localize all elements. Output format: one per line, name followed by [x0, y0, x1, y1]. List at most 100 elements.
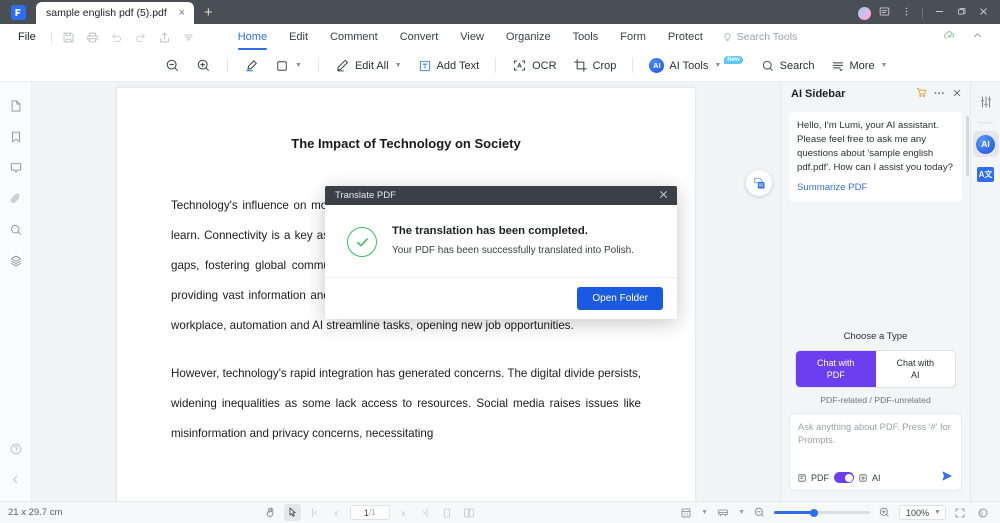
ai-assistant-button[interactable]: AI [972, 131, 999, 157]
hand-tool-icon[interactable] [262, 504, 279, 521]
ai-chat-scroll-area[interactable]: Hello, I'm Lumi, your AI assistant. Plea… [781, 106, 970, 331]
composer-pdf-label: PDF [811, 472, 829, 483]
ribbon-tab-comment[interactable]: Comment [319, 24, 389, 50]
zoom-out-icon[interactable] [751, 504, 768, 521]
close-icon[interactable] [974, 6, 992, 20]
scroll-mode-icon[interactable] [714, 504, 731, 521]
single-page-view-icon[interactable] [439, 504, 456, 521]
select-tool-icon[interactable] [283, 504, 301, 521]
add-text-button[interactable]: Add Text [411, 54, 487, 78]
avatar[interactable] [858, 6, 871, 20]
choose-type-section: Choose a Type Chat with PDF Chat with AI… [781, 331, 970, 413]
sliders-icon[interactable] [974, 90, 998, 114]
cloud-icon[interactable] [940, 29, 958, 45]
chevron-down-icon: ▼ [880, 62, 888, 69]
search-tools-button[interactable]: Search Tools [722, 31, 797, 43]
more-icon[interactable]: ··· [934, 88, 945, 100]
dialog-close-icon[interactable] [658, 189, 669, 203]
search-button[interactable]: Search [754, 54, 822, 78]
theme-icon[interactable] [975, 504, 992, 521]
zoom-in-icon[interactable] [876, 504, 893, 521]
page-number-input[interactable]: 1/1 [349, 505, 390, 520]
more-button[interactable]: More ▼ [824, 54, 895, 78]
open-folder-button[interactable]: Open Folder [577, 287, 663, 310]
share-icon[interactable] [153, 27, 177, 47]
document-tab-close-icon[interactable]: × [176, 7, 188, 19]
chevron-down-icon[interactable]: ▼ [738, 509, 745, 516]
collapse-left-icon[interactable] [1, 464, 31, 495]
ai-composer[interactable]: Ask anything about PDF. Press '#' for Pr… [789, 413, 962, 491]
layers-icon[interactable] [1, 245, 31, 276]
summarize-pdf-link[interactable]: Summarize PDF [797, 181, 954, 195]
more-icon [832, 61, 843, 71]
file-menu-button[interactable]: File [8, 31, 46, 43]
ribbon-tab-tools[interactable]: Tools [562, 24, 610, 50]
comment-icon[interactable] [1, 152, 31, 183]
maximize-icon[interactable] [952, 6, 970, 20]
zoom-in-button[interactable] [189, 54, 218, 78]
redo-icon[interactable] [129, 27, 153, 47]
zoom-slider-knob[interactable] [809, 508, 818, 517]
convert-to-word-icon: W [753, 177, 764, 189]
ribbon-tab-organize[interactable]: Organize [495, 24, 562, 50]
ribbon-tab-home[interactable]: Home [227, 24, 278, 50]
pdf-mode-icon [798, 473, 806, 482]
sidebar-scrollbar[interactable] [966, 116, 969, 176]
page-thumbnail-icon[interactable] [1, 90, 31, 121]
edit-all-button[interactable]: Edit All ▼ [328, 54, 409, 78]
highlighter-button[interactable] [237, 54, 266, 78]
feedback-icon[interactable] [875, 6, 893, 20]
chat-type-segmented-control: Chat with PDF Chat with AI [795, 350, 956, 388]
ribbon-tab-edit[interactable]: Edit [278, 24, 319, 50]
crop-button[interactable]: Crop [566, 54, 624, 78]
shape-button[interactable]: ▼ [268, 54, 309, 78]
ai-assistant-icon: AI [976, 134, 995, 154]
chat-with-ai-line1: Chat with [896, 358, 935, 368]
print-icon[interactable] [81, 27, 105, 47]
ocr-button[interactable]: OCR [505, 54, 563, 78]
collapse-ribbon-icon[interactable] [968, 29, 986, 45]
divider [317, 58, 319, 73]
new-tab-button[interactable]: + [204, 4, 213, 21]
ai-prompt-input[interactable]: Ask anything about PDF. Press '#' for Pr… [798, 421, 953, 470]
customize-toolbar-icon[interactable] [177, 27, 201, 47]
nav-first-page[interactable]: |‹ [306, 504, 323, 521]
fit-page-icon[interactable] [952, 504, 969, 521]
nav-prev-page[interactable]: ‹ [328, 504, 345, 521]
ribbon-tab-convert[interactable]: Convert [389, 24, 450, 50]
save-icon[interactable] [57, 27, 81, 47]
facing-page-view-icon[interactable] [461, 504, 478, 521]
page-layout-icon[interactable]: 1:1 [677, 504, 694, 521]
ribbon-tab-form[interactable]: Form [609, 24, 657, 50]
page-title: The Impact of Technology on Society [291, 136, 521, 151]
ai-mode-toggle[interactable] [834, 472, 854, 483]
help-icon[interactable] [1, 433, 31, 464]
chat-with-pdf-option[interactable]: Chat with PDF [796, 351, 876, 387]
ribbon-tab-view[interactable]: View [449, 24, 495, 50]
search-icon[interactable] [1, 214, 31, 245]
chevron-down-icon[interactable]: ▼ [701, 509, 708, 516]
attachment-icon[interactable] [1, 183, 31, 214]
translate-button[interactable]: A文 [974, 162, 998, 186]
nav-last-page[interactable]: ›| [417, 504, 434, 521]
convert-to-word-button[interactable]: W [746, 170, 772, 196]
zoom-slider[interactable] [774, 507, 871, 519]
ribbon-toolbar: ▼ Edit All ▼ Add Text OCR Crop AI AI Too… [0, 50, 1000, 82]
send-icon[interactable] [941, 470, 953, 485]
undo-icon[interactable] [105, 27, 129, 47]
zoom-out-button[interactable] [158, 54, 187, 78]
ai-composer-section: Ask anything about PDF. Press '#' for Pr… [781, 413, 970, 501]
close-icon[interactable] [952, 88, 962, 101]
zoom-level-select[interactable]: 100% ▼ [899, 505, 946, 520]
minimize-icon[interactable] [930, 6, 948, 20]
bookmark-icon[interactable] [1, 121, 31, 152]
ai-tools-button[interactable]: AI AI Tools ▼ New [642, 54, 751, 78]
ai-composer-toolbar: PDF AI [798, 470, 953, 485]
ribbon-tab-protect[interactable]: Protect [657, 24, 714, 50]
nav-next-page[interactable]: › [395, 504, 412, 521]
ai-greeting-message: Hello, I'm Lumi, your AI assistant. Plea… [789, 112, 962, 202]
document-tab[interactable]: sample english pdf (5).pdf × [36, 2, 194, 24]
app-menu-icon[interactable] [897, 6, 915, 20]
chat-with-ai-option[interactable]: Chat with AI [876, 351, 956, 387]
cart-icon[interactable] [916, 87, 927, 101]
